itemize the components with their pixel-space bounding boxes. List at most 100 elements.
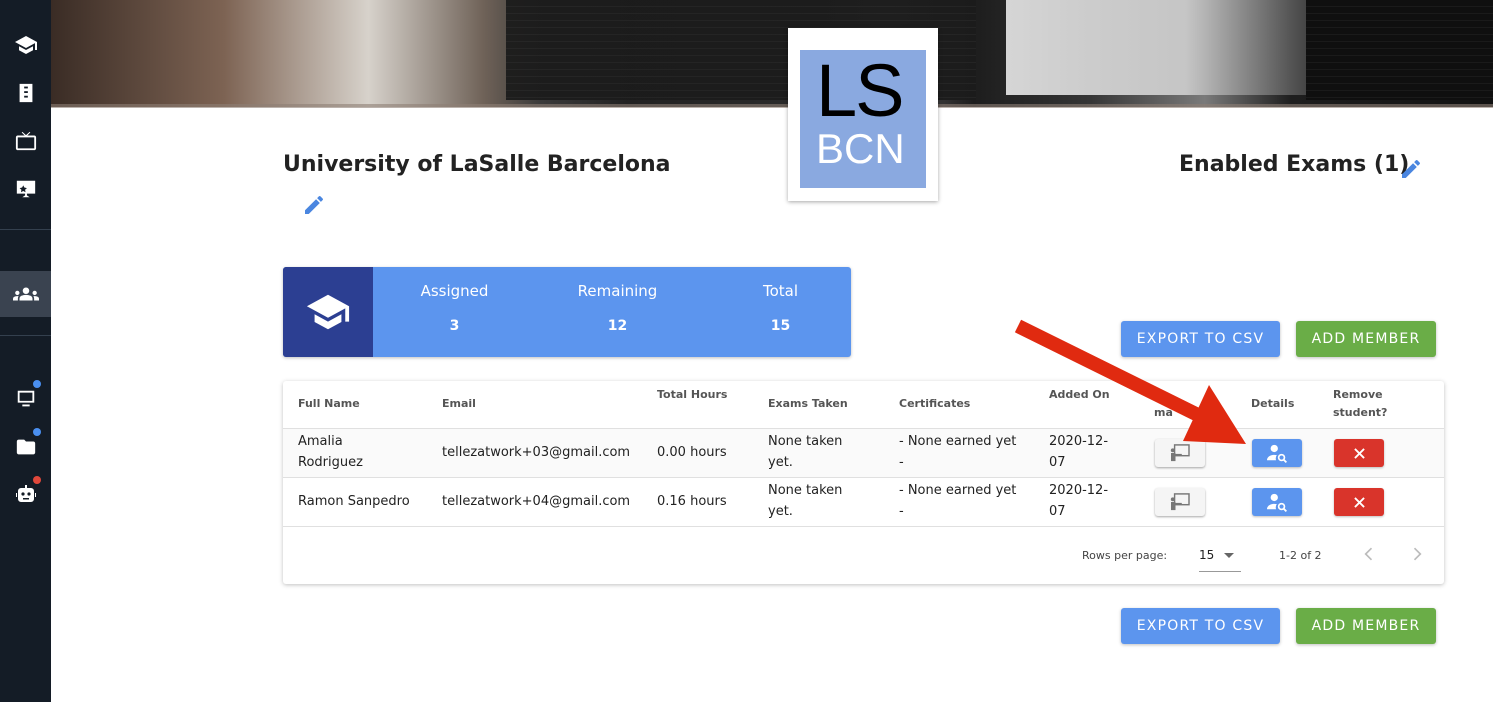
column-header-manage: ma xyxy=(1154,406,1173,419)
cell-exams-line2: yet. xyxy=(768,504,793,519)
cell-added-on-line1: 2020-12- xyxy=(1049,434,1109,449)
header-banner-image xyxy=(51,0,1493,107)
stat-total: Total 15 xyxy=(699,267,851,357)
column-header-remove-line1: Remove xyxy=(1333,388,1383,401)
banner-code-screen xyxy=(1306,0,1493,100)
tv-icon xyxy=(15,131,36,151)
cell-certificates-line2: - xyxy=(899,504,904,519)
column-header-total-hours[interactable]: Total Hours xyxy=(657,388,727,401)
table-row[interactable]: Amalia Rodriguez tellezatwork+03@gmail.c… xyxy=(283,429,1444,477)
close-icon xyxy=(1353,447,1365,459)
group-icon xyxy=(12,287,39,301)
graduation-cap-icon xyxy=(14,36,37,54)
stat-assigned: Assigned 3 xyxy=(373,267,536,357)
sidebar-item-documents[interactable] xyxy=(0,70,51,116)
presentation-icon xyxy=(16,180,35,198)
stat-total-label: Total xyxy=(762,282,799,300)
cell-certificates-line2: - xyxy=(899,455,904,470)
remove-student-button[interactable] xyxy=(1334,488,1384,516)
banner-document-screen xyxy=(1006,0,1306,95)
stat-assigned-value: 3 xyxy=(449,318,460,334)
notification-dot xyxy=(33,428,41,436)
stat-remaining: Remaining 12 xyxy=(536,267,699,357)
chevron-left-icon xyxy=(1364,547,1373,561)
caret-down-icon xyxy=(1224,553,1234,558)
stat-total-value: 15 xyxy=(770,318,791,334)
column-header-exams-taken[interactable]: Exams Taken xyxy=(768,397,848,410)
teacher-icon xyxy=(1170,493,1190,511)
student-details-button[interactable] xyxy=(1252,488,1302,516)
sidebar-item-courses[interactable] xyxy=(0,22,51,68)
add-member-button-bottom[interactable]: ADD MEMBER xyxy=(1296,608,1436,644)
sidebar-item-presentations[interactable] xyxy=(0,166,51,212)
rows-per-page-value: 15 xyxy=(1199,548,1215,562)
column-header-added-on[interactable]: Added On xyxy=(1049,388,1110,401)
cell-email: tellezatwork+04@gmail.com xyxy=(442,494,631,509)
row-divider xyxy=(283,526,1444,527)
cell-total-hours: 0.16 hours xyxy=(657,494,727,509)
pagination-range: 1-2 of 2 xyxy=(1279,549,1322,562)
remove-student-button[interactable] xyxy=(1334,439,1384,467)
manage-student-button[interactable] xyxy=(1155,439,1205,467)
column-header-certificates[interactable]: Certificates xyxy=(899,397,970,410)
sidebar-item-members[interactable] xyxy=(0,271,51,317)
monitor-icon xyxy=(17,390,34,407)
cell-full-name: Ramon Sanpedro xyxy=(298,494,410,509)
cell-email: tellezatwork+03@gmail.com xyxy=(442,445,631,460)
user-search-icon xyxy=(1267,493,1288,512)
rows-per-page-select[interactable]: 15 xyxy=(1199,544,1241,572)
column-header-full-name[interactable]: Full Name xyxy=(298,397,360,410)
edit-exams-button[interactable] xyxy=(1399,157,1423,181)
column-header-email[interactable]: Email xyxy=(442,397,476,410)
cell-full-name-line1: Amalia xyxy=(298,434,343,449)
sidebar xyxy=(0,0,51,702)
stat-assigned-label: Assigned xyxy=(420,282,489,300)
user-search-icon xyxy=(1267,444,1288,463)
banner-edge xyxy=(51,104,1493,108)
sidebar-item-bots[interactable] xyxy=(0,472,51,518)
cell-added-on-line2: 07 xyxy=(1049,504,1066,519)
student-details-button[interactable] xyxy=(1252,439,1302,467)
stat-remaining-label: Remaining xyxy=(577,282,658,300)
cell-exams-line1: None taken xyxy=(768,483,843,498)
rows-per-page-label: Rows per page: xyxy=(1082,549,1168,562)
export-csv-button-bottom[interactable]: EXPORT TO CSV xyxy=(1121,608,1280,644)
edit-organization-button[interactable] xyxy=(302,193,326,217)
sidebar-item-files[interactable] xyxy=(0,424,51,470)
seats-stats-card: Assigned 3 Remaining 12 Total 15 xyxy=(283,267,851,357)
folder-icon xyxy=(16,439,35,455)
previous-page-button[interactable] xyxy=(1359,544,1379,566)
members-table: Full Name Email Total Hours Exams Taken … xyxy=(283,381,1444,584)
close-icon xyxy=(1353,496,1365,508)
enabled-exams-title: Enabled Exams (1) xyxy=(1179,152,1410,177)
add-member-button[interactable]: ADD MEMBER xyxy=(1296,321,1436,357)
sidebar-item-labs[interactable] xyxy=(0,376,51,422)
robot-icon xyxy=(15,485,36,502)
cell-added-on-line1: 2020-12- xyxy=(1049,483,1109,498)
cell-certificates-line1: - None earned yet xyxy=(899,434,1017,449)
column-header-remove-line2: student? xyxy=(1333,406,1388,419)
manage-student-button[interactable] xyxy=(1155,488,1205,516)
stats-icon-box xyxy=(283,267,373,357)
pencil-icon xyxy=(1402,159,1421,178)
organization-logo: LS BCN xyxy=(788,28,938,201)
stat-remaining-value: 12 xyxy=(607,318,628,334)
cell-exams-line2: yet. xyxy=(768,455,793,470)
cell-added-on-line2: 07 xyxy=(1049,455,1066,470)
document-icon xyxy=(19,83,32,103)
column-header-details: Details xyxy=(1251,397,1295,410)
notification-dot xyxy=(33,476,41,484)
cell-total-hours: 0.00 hours xyxy=(657,445,727,460)
sidebar-divider xyxy=(0,335,51,336)
pencil-icon xyxy=(305,195,324,214)
chevron-right-icon xyxy=(1413,547,1422,561)
export-csv-button[interactable]: EXPORT TO CSV xyxy=(1121,321,1280,357)
teacher-icon xyxy=(1170,444,1190,462)
cell-exams-line1: None taken xyxy=(768,434,843,449)
graduation-cap-icon xyxy=(306,294,350,330)
logo-image: LS BCN xyxy=(800,50,926,188)
cell-certificates-line1: - None earned yet xyxy=(899,483,1017,498)
sidebar-item-videos[interactable] xyxy=(0,118,51,164)
table-row[interactable]: Ramon Sanpedro tellezatwork+04@gmail.com… xyxy=(283,478,1444,526)
next-page-button[interactable] xyxy=(1407,544,1427,566)
